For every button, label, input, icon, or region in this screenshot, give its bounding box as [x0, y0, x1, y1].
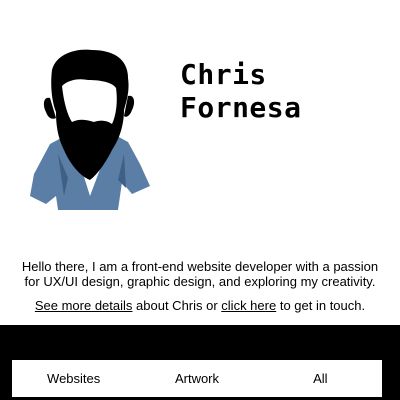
tab-websites[interactable]: Websites [12, 371, 135, 386]
portrait-illustration [30, 49, 150, 210]
cta-line: See more details about Chris or click he… [0, 298, 400, 314]
first-name: Chris [180, 58, 267, 91]
contact-link[interactable]: click here [221, 298, 276, 313]
tab-all[interactable]: All [259, 371, 382, 386]
tab-artwork[interactable]: Artwork [135, 371, 258, 386]
cta-end-text: to get in touch. [276, 298, 366, 313]
intro-text: Hello there, I am a front-end website de… [21, 259, 379, 289]
last-name: Fornesa [180, 91, 302, 124]
profile-name: Chris Fornesa [180, 58, 302, 124]
portfolio-filter-tabs: Websites Artwork All [12, 360, 382, 397]
hero-section: Chris Fornesa Hello there, I am a front-… [0, 0, 400, 325]
see-details-link[interactable]: See more details [35, 298, 133, 313]
cta-middle-text: about Chris or [132, 298, 222, 313]
